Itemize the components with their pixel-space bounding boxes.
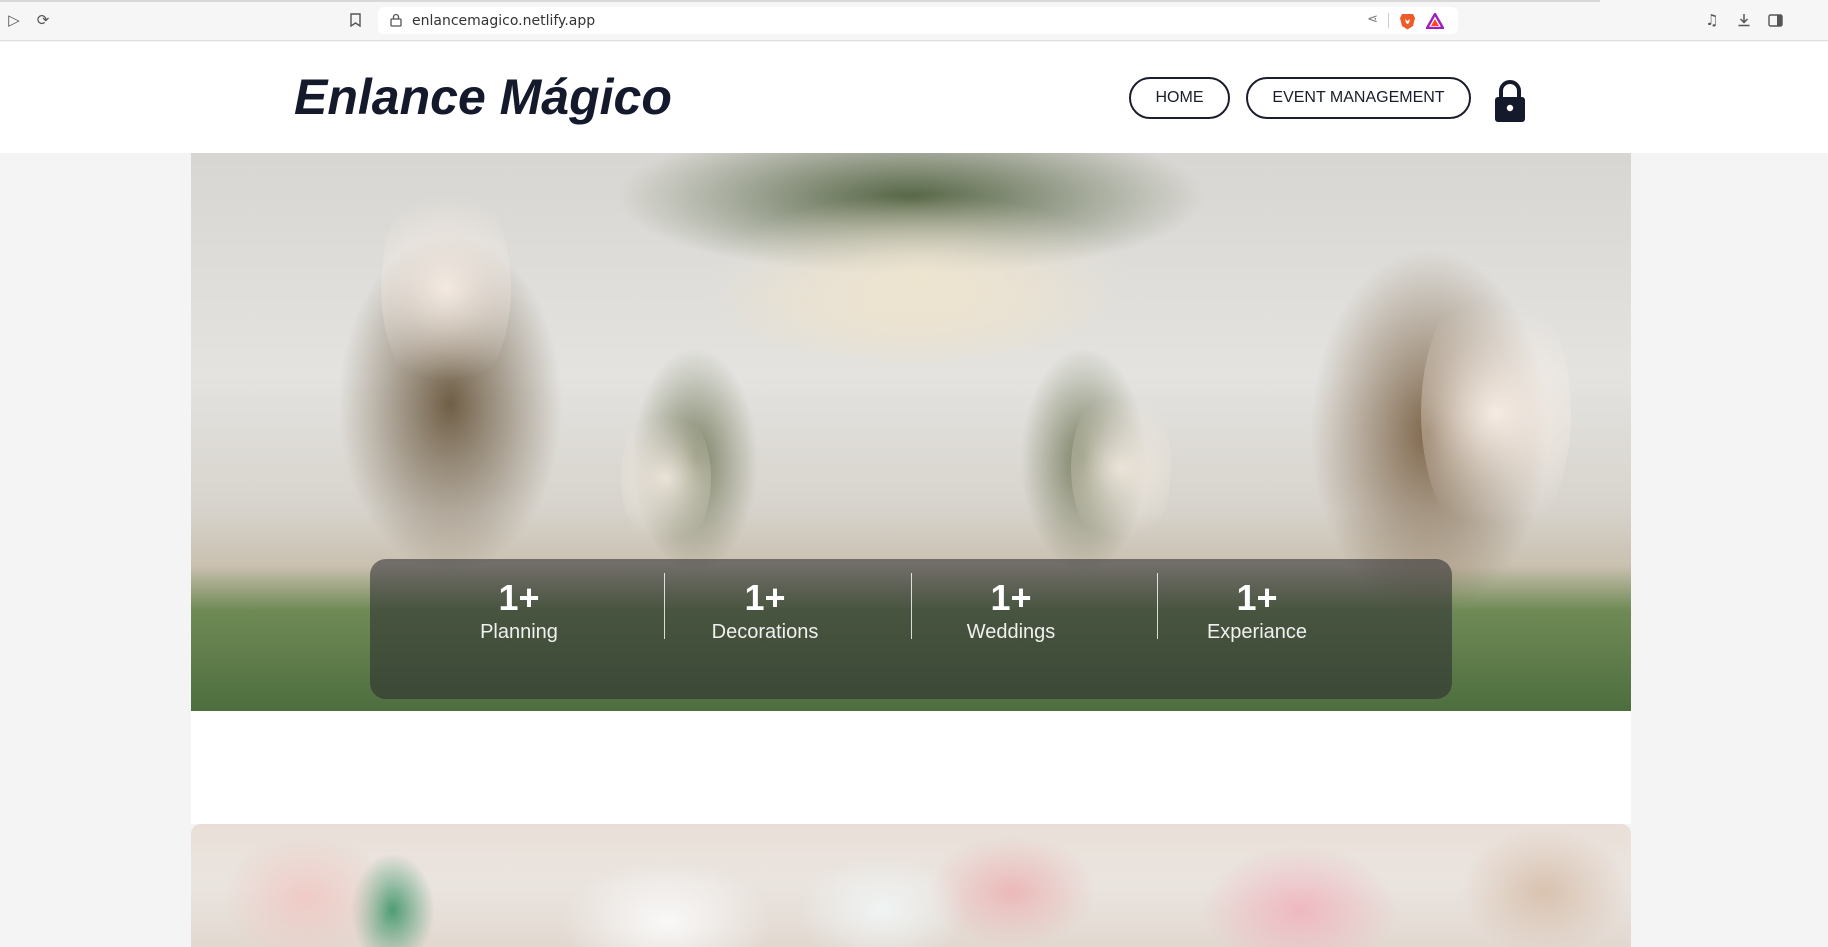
address-bar[interactable]: enlancemagico.netlify.app ⋖ (378, 7, 1458, 34)
stat-experience: 1+ Experiance (1134, 571, 1380, 671)
reload-icon[interactable]: ⟳ (33, 10, 53, 30)
stats-panel: 1+ Planning 1+ Decorations 1+ Weddings 1… (370, 559, 1452, 699)
stat-label: Planning (480, 621, 558, 643)
content-spacer (191, 711, 1631, 824)
browser-toolbar: ▷ ⟳ enlancemagico.netlify.app ⋖ ♫ (0, 0, 1828, 41)
lock-icon (390, 13, 402, 27)
divider (1388, 13, 1389, 28)
stat-decorations: 1+ Decorations (642, 571, 888, 671)
stat-value: 1+ (498, 577, 540, 618)
stat-planning: 1+ Planning (396, 571, 642, 671)
nav-event-management-button[interactable]: EVENT MANAGEMENT (1246, 77, 1471, 119)
stat-label: Experiance (1206, 621, 1308, 643)
sidebar-icon[interactable] (1765, 10, 1785, 30)
floral-banner-image (191, 824, 1631, 947)
lock-icon[interactable] (1494, 79, 1526, 123)
media-icon[interactable]: ♫ (1702, 10, 1722, 30)
stat-label: Decorations (711, 621, 819, 643)
site-logo[interactable]: Enlance Mágico (294, 68, 672, 126)
flower-arrangement (381, 173, 511, 403)
download-icon[interactable] (1734, 10, 1754, 30)
play-icon[interactable]: ▷ (4, 10, 24, 30)
nav-home-button[interactable]: HOME (1129, 77, 1230, 119)
tab-strip (0, 0, 1600, 2)
hero-image: 1+ Planning 1+ Decorations 1+ Weddings 1… (191, 153, 1631, 711)
flower-arrangement (1421, 273, 1571, 553)
stat-value: 1+ (1236, 577, 1278, 618)
stat-label: Weddings (966, 621, 1056, 643)
canopy-drapes (711, 193, 1131, 363)
flower-arrangement (1071, 383, 1171, 553)
site-header: Enlance Mágico HOME EVENT MANAGEMENT (0, 42, 1828, 153)
bookmark-icon[interactable] (345, 10, 365, 30)
stat-value: 1+ (990, 577, 1032, 618)
brave-rewards-icon[interactable] (1426, 13, 1444, 29)
brave-shield-icon[interactable] (1399, 12, 1416, 30)
flower-arrangement (621, 403, 711, 553)
stat-value: 1+ (744, 577, 786, 618)
share-icon[interactable]: ⋖ (1367, 12, 1378, 27)
url-text: enlancemagico.netlify.app (412, 13, 596, 29)
stat-weddings: 1+ Weddings (888, 571, 1134, 671)
